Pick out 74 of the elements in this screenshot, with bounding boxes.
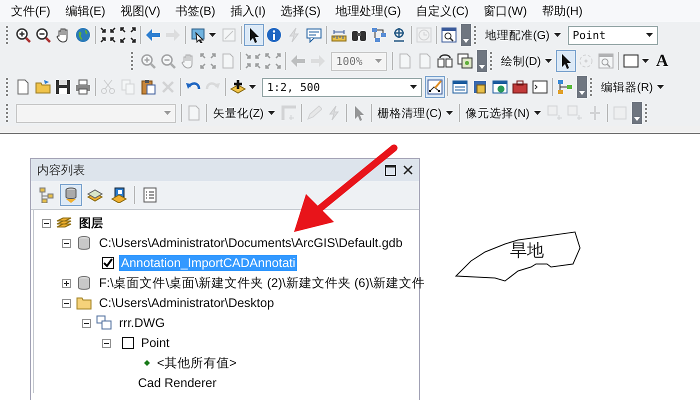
database-icon (76, 235, 92, 251)
caret-icon (579, 91, 585, 95)
layer-name[interactable]: F:\桌面文件\桌面\新建文件夹 (2)\新建文件夹 (6)\新建文件 (97, 274, 427, 292)
menu-item[interactable]: 帮助(H) (534, 2, 590, 20)
toolbar-overflow-button[interactable] (477, 50, 487, 72)
collapse-icon[interactable] (102, 338, 111, 348)
combo-box[interactable]: Point (568, 26, 658, 44)
expand-icon[interactable] (62, 278, 71, 288)
caret-icon (479, 65, 485, 69)
toolbar-grip[interactable] (474, 26, 478, 44)
menu-item[interactable]: 窗口(W) (476, 2, 534, 20)
menu-item[interactable]: 书签(B) (167, 2, 222, 20)
close-icon[interactable] (403, 165, 413, 175)
layer-name[interactable]: <其他所有值> (155, 354, 239, 372)
layer-name[interactable]: C:\Users\Administrator\Desktop (97, 295, 276, 311)
menu-item[interactable]: 选择(S) (272, 2, 328, 20)
menu-item[interactable]: 视图(V) (112, 2, 168, 20)
caret-icon (634, 117, 640, 121)
caret-icon[interactable] (534, 111, 541, 115)
toolbar-overflow-button[interactable] (632, 102, 642, 124)
menu-item[interactable]: 地理处理(G) (328, 2, 408, 20)
menu-item[interactable]: 文件(F) (3, 2, 58, 20)
pencil-nodes-icon[interactable] (425, 76, 445, 98)
menu-item[interactable]: 插入(I) (222, 2, 273, 20)
combo-box[interactable]: 1:2, 500 (262, 78, 422, 96)
text-tool-button[interactable]: A (652, 51, 672, 71)
collapse-icon[interactable] (42, 218, 51, 228)
caret-icon[interactable] (544, 59, 552, 63)
toolbar-grip[interactable] (590, 78, 594, 96)
toolbar-grip[interactable] (490, 52, 494, 70)
toolbar-menu-button[interactable]: 栅格清理(C) (378, 106, 442, 120)
maximize-icon[interactable] (385, 164, 396, 176)
layer-name[interactable]: C:\Users\Administrator\Documents\ArcGIS\Default.gdb (97, 235, 405, 251)
collapse-icon[interactable] (82, 318, 91, 328)
toolbar-grip[interactable] (6, 104, 10, 122)
layer-checkbox[interactable] (122, 337, 134, 349)
panel-title: 内容列表 (37, 162, 86, 178)
cylinder-layer-icon[interactable] (60, 184, 82, 206)
toolbar-overflow-button[interactable] (461, 24, 471, 46)
caret-icon (463, 39, 469, 43)
folder-icon (76, 295, 92, 311)
toolbar-menu-button[interactable]: 编辑器(R) (601, 80, 653, 94)
renderer-label: Cad Renderer (137, 375, 218, 391)
layer-name[interactable]: Point (139, 335, 172, 351)
collapse-icon[interactable] (62, 238, 71, 248)
caret-icon[interactable] (554, 33, 561, 37)
layer-checkbox[interactable] (102, 257, 114, 269)
toolbar-overflow-button[interactable] (577, 76, 587, 98)
toolbar-grip[interactable] (6, 26, 10, 44)
toolbar-menu-button[interactable]: 矢量化(Z) (213, 106, 264, 120)
caret-icon[interactable] (646, 33, 653, 37)
toolbar-grip[interactable] (6, 78, 10, 96)
toolbar-menu-button[interactable]: 像元选择(N) (466, 106, 530, 120)
map-label: 旱地 (510, 240, 544, 262)
layer-name[interactable]: rrr.DWG (117, 315, 167, 331)
collapse-icon[interactable] (62, 298, 71, 308)
toolbar-grip[interactable] (644, 104, 649, 122)
caret-icon[interactable] (268, 111, 275, 115)
pointer-icon[interactable] (556, 50, 576, 72)
caret-icon[interactable] (446, 111, 453, 115)
caret-icon[interactable] (209, 33, 216, 37)
caret-icon[interactable] (249, 85, 256, 89)
layer-name[interactable]: 图层 (77, 214, 105, 232)
toolbar-grip[interactable] (131, 52, 135, 70)
cad-dataset-icon (96, 315, 112, 331)
menu-item[interactable]: 编辑(E) (57, 2, 112, 20)
toolbar-menu-button[interactable]: 地理配准(G) (485, 28, 550, 42)
menu-item[interactable]: 自定义(C) (408, 2, 476, 20)
toolbar-menu-button[interactable]: 绘制(D) (501, 54, 541, 68)
caret-icon[interactable] (642, 59, 649, 63)
caret-icon[interactable] (656, 85, 664, 89)
caret-icon[interactable] (410, 85, 417, 89)
pointer-icon[interactable] (244, 24, 264, 46)
database-icon (76, 275, 92, 291)
